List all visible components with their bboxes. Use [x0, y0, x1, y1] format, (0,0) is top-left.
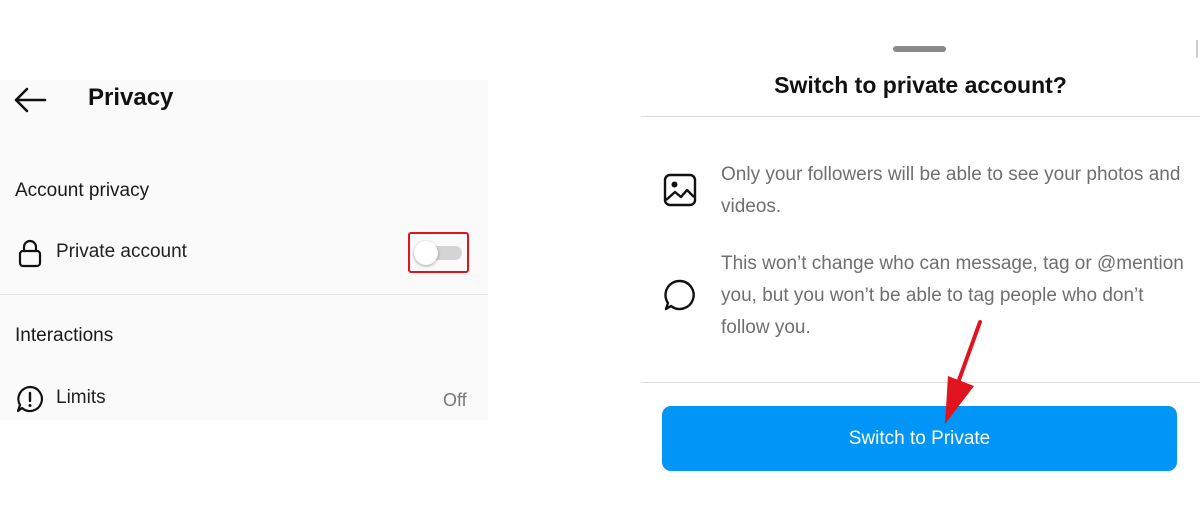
- limits-value: Off: [443, 390, 467, 410]
- dialog-title: Switch to private account?: [774, 72, 1067, 98]
- title-divider: [641, 116, 1200, 117]
- chat-bubble-icon: [662, 277, 698, 313]
- private-account-toggle[interactable]: [414, 241, 462, 265]
- lock-icon: [15, 238, 45, 268]
- arrow-left-icon: [14, 87, 47, 113]
- section-title-interactions: Interactions: [15, 325, 114, 346]
- switch-to-private-label: Switch to Private: [848, 427, 991, 449]
- back-button[interactable]: [12, 86, 48, 114]
- alert-bubble-icon: [15, 384, 45, 414]
- switch-to-private-button[interactable]: Switch to Private: [662, 406, 1177, 471]
- annotation-arrow-icon: [945, 320, 982, 424]
- image-icon: [662, 172, 698, 208]
- page-title: Privacy: [88, 84, 174, 111]
- section-divider: [0, 294, 488, 295]
- info-text-photos: Only your followers will be able to see …: [721, 164, 1181, 217]
- private-account-label: Private account: [56, 241, 187, 262]
- button-divider: [641, 382, 1200, 383]
- limits-label: Limits: [56, 387, 106, 408]
- toggle-knob: [414, 241, 438, 265]
- section-title-account-privacy: Account privacy: [15, 180, 150, 201]
- drag-handle[interactable]: [893, 46, 946, 52]
- panel-edge: [1196, 40, 1198, 58]
